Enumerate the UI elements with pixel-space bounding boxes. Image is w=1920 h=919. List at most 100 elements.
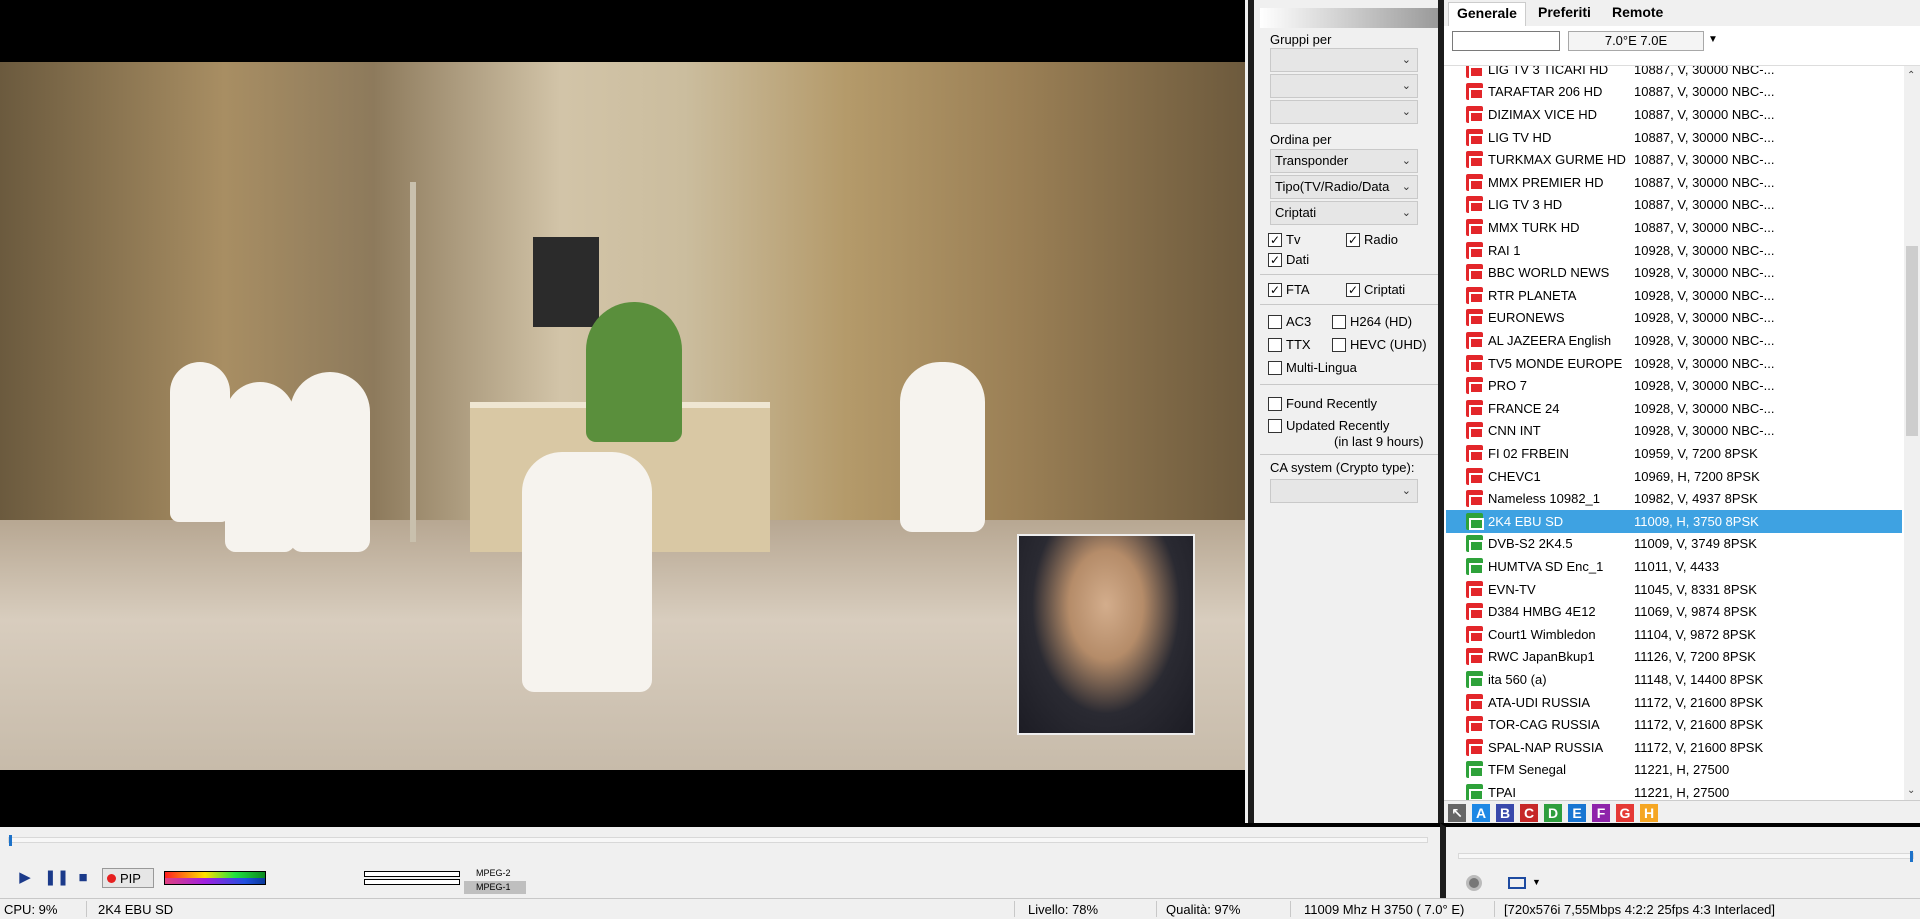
letter-filter-a[interactable]: A	[1472, 804, 1490, 822]
audio-codec-label[interactable]: MPEG-1	[464, 881, 526, 894]
channel-name: TV5 MONDE EUROPE	[1488, 355, 1623, 371]
scroll-down-icon[interactable]: ⌄	[1907, 785, 1915, 796]
disc-icon[interactable]	[1466, 875, 1482, 891]
channel-list[interactable]: LIG TV 3 TICARI HD 10887, V, 30000 NBC-..…	[1444, 66, 1904, 800]
letter-filter-h[interactable]: H	[1640, 804, 1658, 822]
channel-row[interactable]: TV5 MONDE EUROPE 10928, V, 30000 NBC-...	[1444, 352, 1904, 375]
group-select-1[interactable]: ⌄	[1270, 48, 1418, 72]
found-recently-checkbox[interactable]: Found Recently	[1268, 396, 1377, 411]
group-select-2[interactable]: ⌄	[1270, 74, 1418, 98]
channel-row[interactable]: MMX TURK HD 10887, V, 30000 NBC-...	[1444, 216, 1904, 239]
chevron-down-icon: ⌄	[1401, 485, 1411, 497]
channel-row[interactable]: CNN INT 10928, V, 30000 NBC-...	[1444, 420, 1904, 443]
pause-icon[interactable]: ❚❚	[44, 869, 69, 887]
channel-row[interactable]: 2K4 EBU SD 11009, H, 3750 8PSK	[1444, 510, 1904, 533]
channel-row[interactable]: AL JAZEERA English 10928, V, 30000 NBC-..…	[1444, 329, 1904, 352]
radio-checkbox[interactable]: ✓ Radio	[1346, 232, 1398, 247]
channel-row[interactable]: LIG TV HD 10887, V, 30000 NBC-...	[1444, 126, 1904, 149]
list-slider[interactable]	[1458, 851, 1914, 862]
channel-row[interactable]: TFM Senegal 11221, H, 27500	[1444, 759, 1904, 782]
h264-checkbox[interactable]: H264 (HD)	[1332, 314, 1412, 329]
channel-row[interactable]: CHEVC1 10969, H, 7200 8PSK	[1444, 465, 1904, 488]
channel-row[interactable]: TOR-CAG RUSSIA 11172, V, 21600 8PSK	[1444, 713, 1904, 736]
letter-filter-g[interactable]: G	[1616, 804, 1634, 822]
channel-row[interactable]: LIG TV 3 HD 10887, V, 30000 NBC-...	[1444, 194, 1904, 217]
pip-window[interactable]	[1017, 534, 1195, 735]
channel-row[interactable]: SPAL-NAP RUSSIA 11172, V, 21600 8PSK	[1444, 736, 1904, 759]
dropdown-arrow-icon[interactable]: ▼	[1532, 877, 1541, 887]
satellite-select[interactable]: 7.0°E 7.0E	[1568, 31, 1704, 51]
channel-row[interactable]: ATA-UDI RUSSIA 11172, V, 21600 8PSK	[1444, 691, 1904, 714]
channel-row[interactable]: Court1 Wimbledon 11104, V, 9872 8PSK	[1444, 623, 1904, 646]
channel-row[interactable]: Nameless 10982_1 10982, V, 4937 8PSK	[1444, 487, 1904, 510]
sort-select-3[interactable]: Criptati ⌄	[1270, 201, 1418, 225]
tab-bar: Generale Preferiti Remote	[1444, 0, 1920, 26]
letter-filter-e[interactable]: E	[1568, 804, 1586, 822]
channel-row[interactable]: PRO 7 10928, V, 30000 NBC-...	[1444, 374, 1904, 397]
stop-icon[interactable]: ■	[74, 869, 92, 887]
slider-knob[interactable]	[1910, 851, 1913, 862]
channel-name: HUMTVA SD Enc_1	[1488, 558, 1604, 574]
vertical-scrollbar[interactable]: ⌃ ⌄	[1904, 66, 1920, 800]
tab-generale[interactable]: Generale	[1448, 2, 1526, 26]
channel-row[interactable]: RTR PLANETA 10928, V, 30000 NBC-...	[1444, 284, 1904, 307]
sort-select-2[interactable]: Tipo(TV/Radio/Data ⌄	[1270, 175, 1418, 199]
tv-icon	[1466, 331, 1484, 349]
channel-row[interactable]: RAI 1 10928, V, 30000 NBC-...	[1444, 239, 1904, 262]
channel-name: RAI 1	[1488, 242, 1521, 258]
channel-transponder: 11009, H, 3750 8PSK	[1634, 513, 1759, 529]
ac3-checkbox[interactable]: AC3	[1268, 314, 1311, 329]
channel-row[interactable]: ita 560 (a) 11148, V, 14400 8PSK	[1444, 668, 1904, 691]
scrollbar-thumb[interactable]	[1906, 246, 1918, 436]
channel-row[interactable]: DIZIMAX VICE HD 10887, V, 30000 NBC-...	[1444, 103, 1904, 126]
tab-remote[interactable]: Remote	[1604, 2, 1671, 26]
ttx-checkbox[interactable]: TTX	[1268, 337, 1311, 352]
channel-row[interactable]: EVN-TV 11045, V, 8331 8PSK	[1444, 578, 1904, 601]
criptati-checkbox[interactable]: ✓ Criptati	[1346, 282, 1405, 297]
tv-icon	[1466, 512, 1484, 530]
video-info-status: [720x576i 7,55Mbps 4:2:2 25fps 4:3 Inter…	[1504, 902, 1776, 917]
letter-filter-b[interactable]: B	[1496, 804, 1514, 822]
multilingua-checkbox[interactable]: Multi-Lingua	[1268, 360, 1357, 375]
search-input[interactable]	[1452, 31, 1560, 51]
channel-row[interactable]: EURONEWS 10928, V, 30000 NBC-...	[1444, 307, 1904, 330]
seek-knob[interactable]	[9, 835, 12, 846]
channel-row[interactable]: LIG TV 3 TICARI HD 10887, V, 30000 NBC-..…	[1444, 66, 1904, 81]
letter-filter-f[interactable]: F	[1592, 804, 1610, 822]
ca-system-select[interactable]: ⌄	[1270, 479, 1418, 503]
display-icon[interactable]	[1508, 877, 1526, 889]
tab-preferiti[interactable]: Preferiti	[1530, 2, 1599, 26]
channel-name: ATA-UDI RUSSIA	[1488, 694, 1591, 710]
dropdown-arrow-icon[interactable]: ▼	[1708, 34, 1718, 45]
channel-row[interactable]: TARAFTAR 206 HD 10887, V, 30000 NBC-...	[1444, 81, 1904, 104]
channel-row[interactable]: HUMTVA SD Enc_1 11011, V, 4433	[1444, 555, 1904, 578]
play-icon[interactable]: ▶	[16, 869, 34, 887]
letter-filter-d[interactable]: D	[1544, 804, 1562, 822]
updated-recently-checkbox[interactable]: Updated Recently	[1268, 418, 1389, 433]
pip-button[interactable]: PIP	[102, 868, 154, 888]
channel-row[interactable]: FI 02 FRBEIN 10959, V, 7200 8PSK	[1444, 442, 1904, 465]
sort-select-1[interactable]: Transponder ⌄	[1270, 149, 1418, 173]
channel-transponder: 11221, H, 27500	[1634, 762, 1730, 778]
fta-checkbox[interactable]: ✓ FTA	[1268, 282, 1310, 297]
column-header[interactable]	[1444, 56, 1920, 66]
pointer-icon[interactable]: ↖	[1448, 804, 1466, 822]
scroll-up-icon[interactable]: ⌃	[1907, 70, 1915, 81]
chevron-down-icon: ⌄	[1401, 80, 1411, 92]
group-select-3[interactable]: ⌄	[1270, 100, 1418, 124]
channel-row[interactable]: DVB-S2 2K4.5 11009, V, 3749 8PSK	[1444, 533, 1904, 556]
channel-row[interactable]: D384 HMBG 4E12 11069, V, 9874 8PSK	[1444, 600, 1904, 623]
channel-row[interactable]: MMX PREMIER HD 10887, V, 30000 NBC-...	[1444, 171, 1904, 194]
channel-row[interactable]: TURKMAX GURME HD 10887, V, 30000 NBC-...	[1444, 148, 1904, 171]
video-area[interactable]	[0, 0, 1245, 823]
tv-checkbox[interactable]: ✓ Tv	[1268, 232, 1300, 247]
channel-row[interactable]: TPAI 11221, H, 27500	[1444, 781, 1904, 800]
hevc-checkbox[interactable]: HEVC (UHD)	[1332, 337, 1427, 352]
dati-checkbox[interactable]: ✓ Dati	[1268, 252, 1309, 267]
seek-bar[interactable]	[8, 835, 1428, 846]
channel-row[interactable]: RWC JapanBkup1 11126, V, 7200 8PSK	[1444, 646, 1904, 669]
channel-row[interactable]: FRANCE 24 10928, V, 30000 NBC-...	[1444, 397, 1904, 420]
channel-row[interactable]: BBC WORLD NEWS 10928, V, 30000 NBC-...	[1444, 261, 1904, 284]
tv-icon	[1466, 264, 1484, 282]
letter-filter-c[interactable]: C	[1520, 804, 1538, 822]
